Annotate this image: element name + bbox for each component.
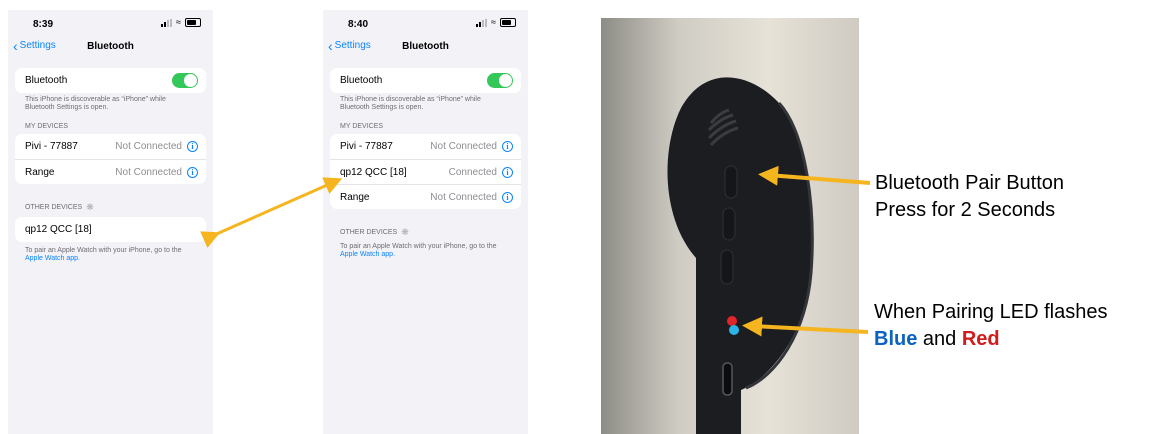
led-and-label: and bbox=[917, 328, 962, 350]
pair-button-line1: Bluetooth Pair Button bbox=[875, 172, 1065, 194]
led-line2: Blue and Red bbox=[874, 326, 1107, 353]
led-line1: When Pairing LED flashes bbox=[874, 301, 1108, 323]
pair-button-annotation: Bluetooth Pair Button Press for 2 Second… bbox=[875, 170, 1064, 224]
led-annotation: When Pairing LED flashes Blue and Red bbox=[874, 299, 1107, 353]
pair-button-arrow bbox=[758, 165, 871, 186]
led-arrow bbox=[742, 316, 869, 337]
led-red-label: Red bbox=[961, 328, 1000, 350]
led-blue-label: Blue bbox=[874, 328, 918, 350]
pair-button-line2: Press for 2 Seconds bbox=[875, 199, 1056, 221]
